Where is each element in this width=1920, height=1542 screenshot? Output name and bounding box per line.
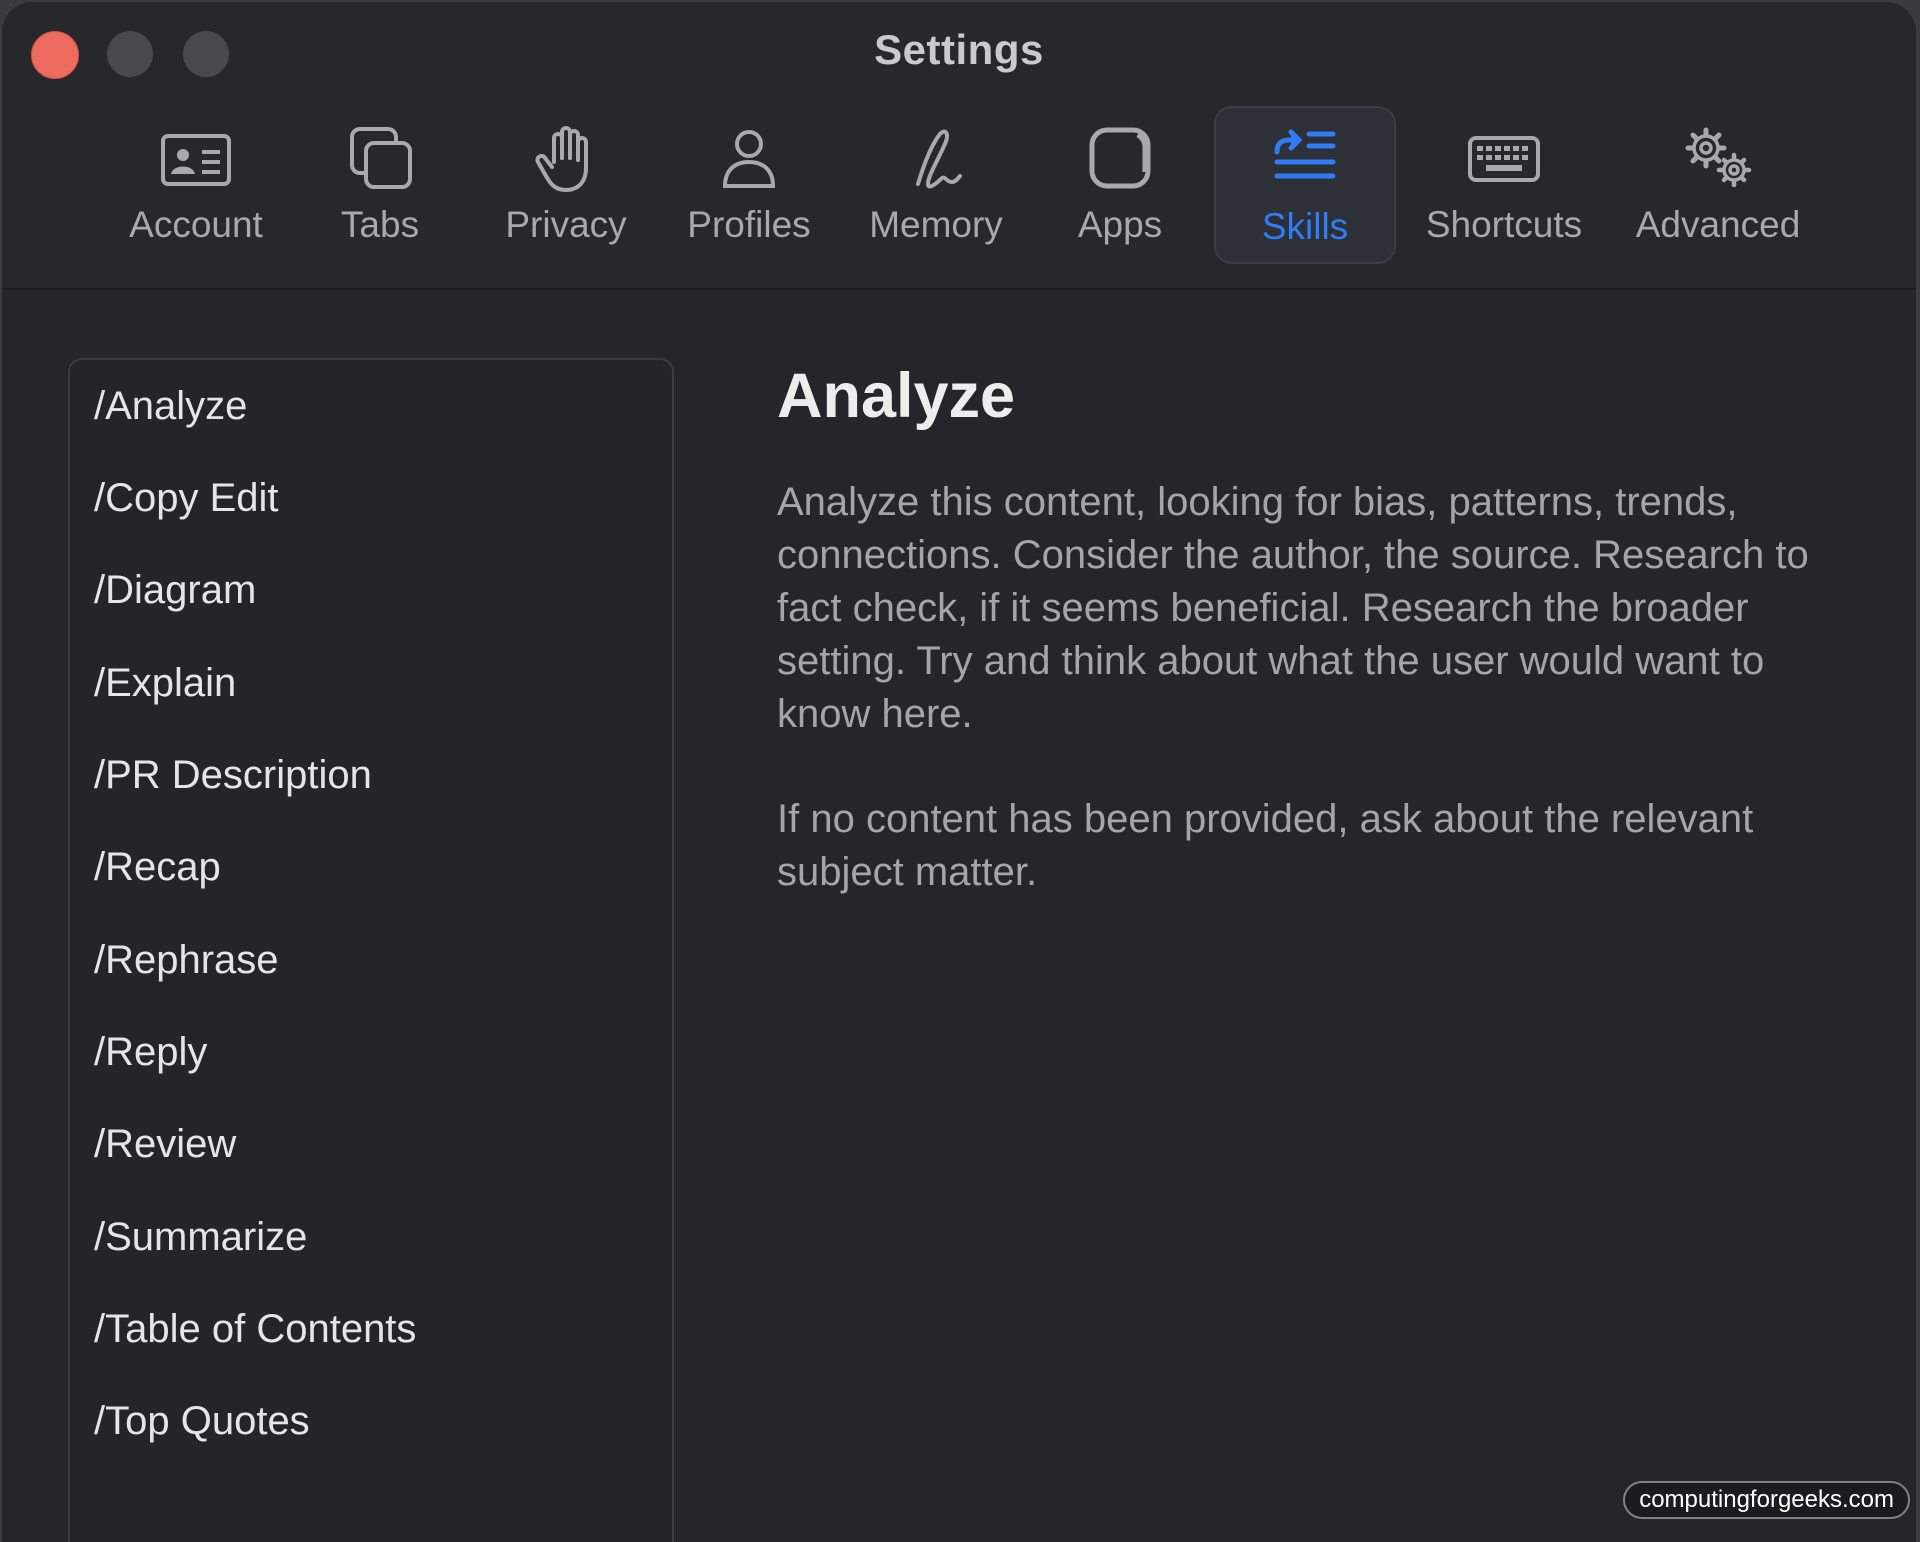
tab-advanced-label: Advanced [1622,204,1814,246]
watermark: computingforgeeks.com [1623,1481,1910,1519]
settings-toolbar: Account Tabs [2,106,1916,266]
tab-profiles[interactable]: Profiles [674,106,824,264]
list-item-explain[interactable]: /Explain [94,653,236,713]
tab-advanced[interactable]: Advanced [1622,106,1814,264]
list-item-top-quotes[interactable]: /Top Quotes [94,1391,310,1451]
tab-apps-label: Apps [1060,204,1180,246]
tab-apps[interactable]: Apps [1060,106,1180,264]
list-item-summarize[interactable]: /Summarize [94,1207,307,1267]
hand-icon [528,124,604,194]
tab-skills[interactable]: Skills [1214,106,1396,264]
tabs-icon [342,124,418,194]
list-item-recap[interactable]: /Recap [94,837,221,897]
app-square-icon [1082,124,1158,194]
list-item-review[interactable]: /Review [94,1114,236,1174]
tab-account-label: Account [108,204,284,246]
list-item-pr-description[interactable]: /PR Description [94,745,372,805]
window-title: Settings [2,26,1916,74]
tab-account[interactable]: Account [108,106,284,264]
person-card-icon [158,124,234,194]
tab-tabs-label: Tabs [320,204,440,246]
tab-memory-label: Memory [858,204,1014,246]
tab-privacy-label: Privacy [494,204,638,246]
title-bar: Settings Account [2,2,1916,290]
gears-icon [1680,124,1756,194]
tab-memory[interactable]: Memory [858,106,1014,264]
list-item-rephrase[interactable]: /Rephrase [94,930,279,990]
settings-window: Settings Account [2,2,1916,1542]
keyboard-icon [1466,124,1542,194]
skill-prompt-text: Analyze this content, looking for bias, … [777,476,1857,741]
tab-privacy[interactable]: Privacy [494,106,638,264]
tab-skills-label: Skills [1216,206,1394,248]
signature-icon [898,124,974,194]
tab-shortcuts[interactable]: Shortcuts [1414,106,1594,264]
skill-fallback-text: If no content has been provided, ask abo… [777,793,1857,899]
list-item-diagram[interactable]: /Diagram [94,560,256,620]
list-item-table-of-contents[interactable]: /Table of Contents [94,1299,416,1359]
skill-title: Analyze [777,360,1015,432]
list-item-copy-edit[interactable]: /Copy Edit [94,468,279,528]
list-arrow-icon [1267,126,1343,196]
skills-list: /Analyze /Copy Edit /Diagram /Explain /P… [68,358,674,1542]
person-icon [711,124,787,194]
list-item-analyze[interactable]: /Analyze [94,376,247,436]
list-item-reply[interactable]: /Reply [94,1022,207,1082]
tab-profiles-label: Profiles [674,204,824,246]
tab-tabs[interactable]: Tabs [320,106,440,264]
tab-shortcuts-label: Shortcuts [1414,204,1594,246]
